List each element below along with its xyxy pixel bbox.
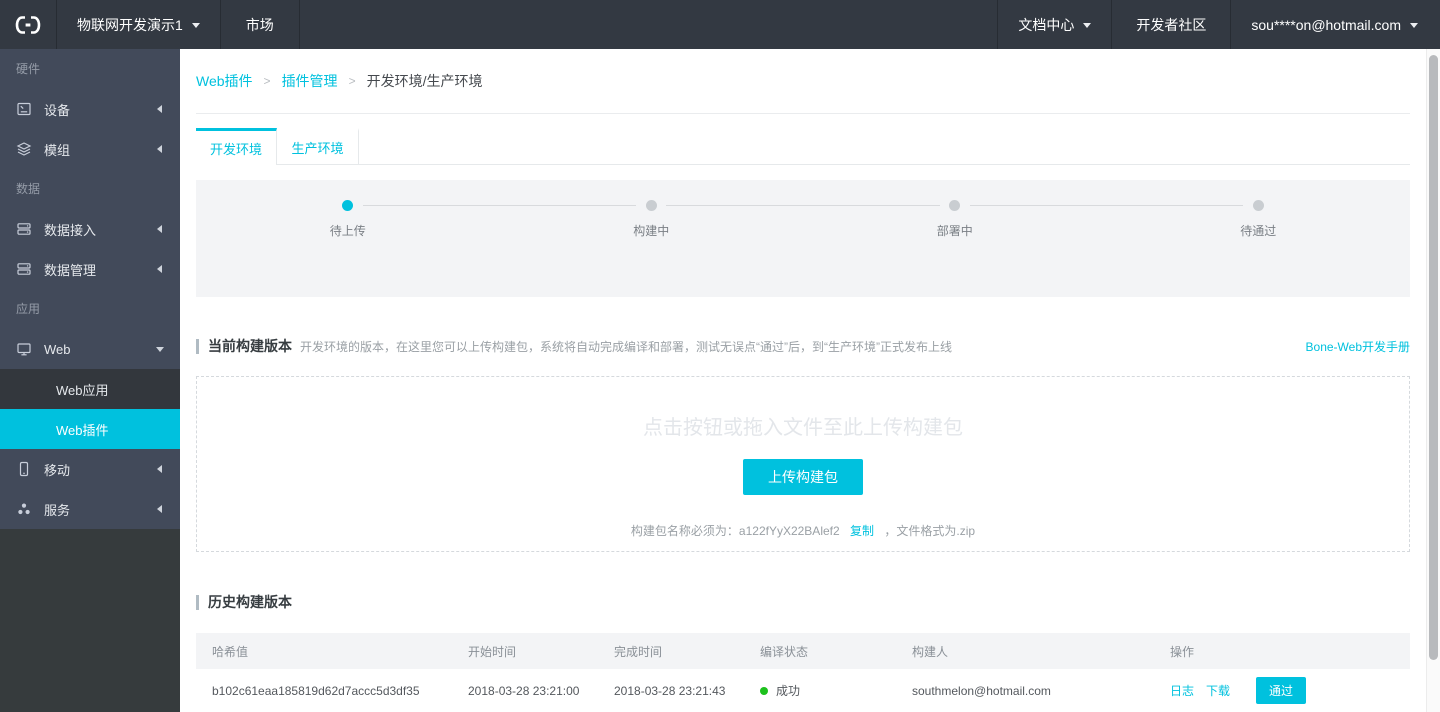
chevron-left-icon bbox=[153, 505, 162, 513]
upload-package-button[interactable]: 上传构建包 bbox=[743, 459, 863, 495]
vertical-scrollbar bbox=[1426, 49, 1440, 712]
chevron-down-icon bbox=[1410, 22, 1418, 32]
download-link[interactable]: 下载 bbox=[1206, 682, 1230, 699]
row-start-time: 2018-03-28 23:21:00 bbox=[468, 683, 580, 698]
step-dot bbox=[1252, 200, 1264, 211]
sidebar-subitem-web-plugin[interactable]: Web插件 bbox=[0, 409, 180, 449]
col-start-time: 开始时间 bbox=[468, 644, 517, 659]
chevron-down-icon bbox=[1083, 22, 1092, 32]
nav-community[interactable]: 开发者社区 bbox=[1111, 0, 1230, 49]
tab-dev-env[interactable]: 开发环境 bbox=[196, 128, 277, 165]
section-accent-bar bbox=[196, 338, 199, 354]
step-dot bbox=[949, 200, 961, 211]
status-text: 成功 bbox=[776, 684, 801, 698]
data-manage-icon bbox=[16, 261, 32, 277]
breadcrumb-divider bbox=[196, 113, 1410, 114]
breadcrumb-separator: > bbox=[263, 74, 271, 88]
col-end-time: 完成时间 bbox=[614, 644, 663, 659]
sidebar-item-web[interactable]: Web bbox=[0, 329, 180, 369]
sidebar-item-data-access[interactable]: 数据接入 bbox=[0, 209, 180, 249]
sidebar-section-data: 数据 bbox=[16, 182, 41, 196]
breadcrumb-current: 开发环境/生产环境 bbox=[366, 73, 483, 89]
log-link[interactable]: 日志 bbox=[1170, 682, 1194, 699]
env-tabs: 开发环境 生产环境 bbox=[196, 128, 1410, 165]
current-build-description: 开发环境的版本，在这里您可以上传构建包，系统将自动完成编译和部署，测试无误点“通… bbox=[300, 339, 952, 354]
scrollbar-thumb[interactable] bbox=[1429, 55, 1438, 660]
chevron-left-icon bbox=[153, 145, 162, 153]
upload-placeholder-text: 点击按钮或拖入文件至此上传构建包 bbox=[643, 417, 963, 439]
table-header-row: 哈希值 开始时间 完成时间 编译状态 构建人 操作 bbox=[196, 633, 1410, 669]
chevron-left-icon bbox=[153, 465, 162, 473]
success-status-dot bbox=[760, 686, 768, 695]
approve-button[interactable]: 通过 bbox=[1256, 677, 1307, 704]
upload-dropzone[interactable]: 点击按钮或拖入文件至此上传构建包 上传构建包 构建包名称必须为：a122fYyX… bbox=[196, 376, 1410, 552]
module-icon bbox=[16, 141, 32, 157]
step-wait-approve: 待通过 bbox=[1107, 200, 1411, 239]
chevron-down-icon bbox=[156, 346, 164, 356]
sidebar-menu: 硬件 设备 模组 数据 数据接入 数据管理 应用 Web Web应用 Web插件… bbox=[0, 49, 180, 529]
step-wait-upload: 待上传 bbox=[196, 200, 636, 239]
sidebar-item-mobile[interactable]: 移动 bbox=[0, 449, 180, 489]
row-builder: southmelon@hotmail.com bbox=[912, 683, 1051, 698]
col-hash: 哈希值 bbox=[212, 644, 249, 659]
col-compile-status: 编译状态 bbox=[760, 644, 809, 659]
account-menu[interactable]: sou****on@hotmail.com bbox=[1230, 0, 1440, 49]
project-switcher[interactable]: 物联网开发演示1 bbox=[56, 0, 221, 49]
nav-market[interactable]: 市场 bbox=[221, 0, 300, 49]
breadcrumb-plugin-manage[interactable]: 插件管理 bbox=[282, 71, 338, 91]
sidebar-item-service[interactable]: 服务 bbox=[0, 489, 180, 529]
step-dot-active bbox=[342, 200, 354, 211]
current-build-title: 当前构建版本 bbox=[208, 338, 292, 354]
main-content: Web插件 > 插件管理 > 开发环境/生产环境 开发环境 生产环境 待上传 构… bbox=[180, 49, 1426, 712]
history-build-table: 哈希值 开始时间 完成时间 编译状态 构建人 操作 b102c61eaa1858… bbox=[196, 633, 1410, 712]
col-builder: 构建人 bbox=[912, 644, 949, 659]
table-row: b102c61eaa185819d62d7accc5d3df35 2018-03… bbox=[196, 669, 1410, 712]
copy-package-name-link[interactable]: 复制 bbox=[850, 524, 874, 538]
device-icon bbox=[16, 101, 32, 117]
upload-note: 构建包名称必须为：a122fYyX22BAlef2 复制 ，文件格式为.zip bbox=[197, 522, 1409, 539]
row-hash: b102c61eaa185819d62d7accc5d3df35 bbox=[212, 683, 420, 698]
project-name: 物联网开发演示1 bbox=[77, 16, 183, 33]
file-format-note: ，文件格式为.zip bbox=[884, 524, 976, 538]
build-stepper-panel: 待上传 构建中 部署中 待通过 bbox=[196, 180, 1410, 297]
sidebar: 硬件 设备 模组 数据 数据接入 数据管理 应用 Web Web应用 Web插件… bbox=[0, 49, 180, 712]
service-icon bbox=[16, 501, 32, 517]
topbar: 物联网开发演示1 市场 文档中心 开发者社区 sou****on@hotmail… bbox=[0, 0, 1440, 49]
mobile-icon bbox=[16, 461, 32, 477]
sidebar-section-app: 应用 bbox=[16, 302, 41, 316]
web-icon bbox=[16, 341, 32, 357]
col-actions: 操作 bbox=[1170, 644, 1195, 659]
sidebar-item-module[interactable]: 模组 bbox=[0, 129, 180, 169]
step-dot bbox=[645, 200, 657, 211]
section-accent-bar bbox=[196, 594, 199, 610]
sidebar-section-hardware: 硬件 bbox=[16, 62, 41, 76]
chevron-down-icon bbox=[191, 22, 200, 32]
breadcrumb: Web插件 > 插件管理 > 开发环境/生产环境 bbox=[196, 71, 482, 91]
current-build-section-header: 当前构建版本 开发环境的版本，在这里您可以上传构建包，系统将自动完成编译和部署，… bbox=[196, 336, 1410, 356]
bone-web-manual-link[interactable]: Bone-Web开发手册 bbox=[1306, 338, 1410, 355]
sidebar-item-data-manage[interactable]: 数据管理 bbox=[0, 249, 180, 289]
chevron-left-icon bbox=[153, 105, 162, 113]
nav-docs-menu[interactable]: 文档中心 bbox=[997, 0, 1111, 49]
breadcrumb-separator: > bbox=[348, 74, 356, 88]
data-access-icon bbox=[16, 221, 32, 237]
row-status: 成功 bbox=[744, 682, 896, 699]
breadcrumb-web-plugin[interactable]: Web插件 bbox=[196, 71, 253, 91]
row-actions: 日志 下载 通过 bbox=[1154, 677, 1410, 704]
step-building: 构建中 bbox=[500, 200, 940, 239]
bone-logo-icon bbox=[0, 0, 56, 49]
row-end-time: 2018-03-28 23:21:43 bbox=[614, 683, 726, 698]
chevron-left-icon bbox=[153, 265, 162, 273]
chevron-left-icon bbox=[153, 225, 162, 233]
package-name-requirement: 构建包名称必须为：a122fYyX22BAlef2 bbox=[630, 524, 840, 538]
history-section-header: 历史构建版本 bbox=[196, 592, 1410, 612]
tabs-baseline bbox=[196, 164, 1410, 165]
sidebar-subitem-web-app[interactable]: Web应用 bbox=[0, 369, 180, 409]
history-title: 历史构建版本 bbox=[208, 594, 292, 610]
account-email: sou****on@hotmail.com bbox=[1251, 16, 1401, 33]
step-deploying: 部署中 bbox=[803, 200, 1243, 239]
sidebar-item-device[interactable]: 设备 bbox=[0, 89, 180, 129]
tab-prod-env[interactable]: 生产环境 bbox=[277, 128, 359, 164]
